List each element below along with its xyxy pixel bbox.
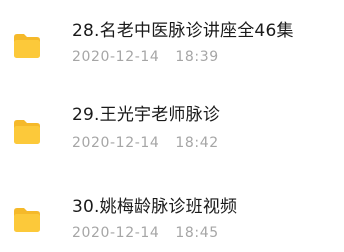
file-meta: 2020-12-14 18:39 xyxy=(72,48,219,66)
list-item[interactable]: 30.姚梅龄脉诊班视频 2020-12-14 18:45 xyxy=(0,176,344,250)
folder-icon xyxy=(12,33,42,59)
file-name: 28.名老中医脉诊讲座全46集 xyxy=(72,21,294,41)
list-item[interactable]: 29.王光宇老师脉诊 2020-12-14 18:42 xyxy=(0,84,344,158)
file-name: 30.姚梅龄脉诊班视频 xyxy=(72,197,238,217)
file-date: 2020-12-14 xyxy=(72,135,160,151)
file-list: 28.名老中医脉诊讲座全46集 2020-12-14 18:39 29.王光宇老师… xyxy=(0,0,344,252)
file-meta: 2020-12-14 18:45 xyxy=(72,224,219,242)
file-name: 29.王光宇老师脉诊 xyxy=(72,105,221,125)
file-time: 18:42 xyxy=(175,135,219,151)
file-time: 18:39 xyxy=(175,49,219,65)
file-date: 2020-12-14 xyxy=(72,49,160,65)
file-time: 18:45 xyxy=(175,225,219,241)
list-item[interactable]: 28.名老中医脉诊讲座全46集 2020-12-14 18:39 xyxy=(0,0,344,74)
folder-icon xyxy=(12,207,42,233)
folder-icon xyxy=(12,119,42,145)
file-meta: 2020-12-14 18:42 xyxy=(72,134,219,152)
file-date: 2020-12-14 xyxy=(72,225,160,241)
